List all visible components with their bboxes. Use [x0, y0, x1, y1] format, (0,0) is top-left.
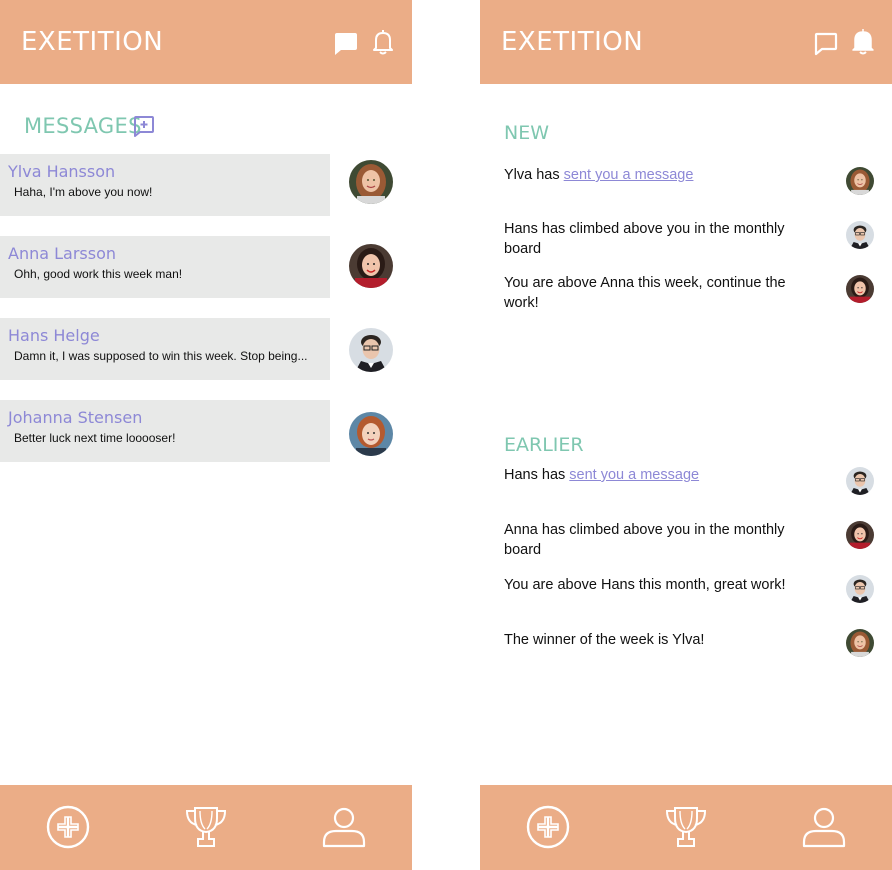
- contact-name: Johanna Stensen: [8, 408, 143, 427]
- message-link[interactable]: sent you a message: [564, 167, 694, 183]
- notification-text: You are above Anna this week, continue t…: [504, 275, 786, 311]
- message-preview: Damn it, I was supposed to win this week…: [14, 349, 308, 363]
- contact-name: Anna Larsson: [8, 244, 117, 263]
- messages-title: MESSAGES: [24, 114, 142, 138]
- message-link[interactable]: sent you a message: [569, 467, 699, 483]
- app-header: EXETITION: [0, 0, 412, 84]
- messages-screen: EXETITION MESSAGES Ylva Hansson Haha, I'…: [0, 0, 412, 870]
- add-circle-icon[interactable]: [45, 804, 91, 850]
- notifications-screen: EXETITION NEW Ylva has sent you a messag…: [480, 0, 892, 870]
- notification-item: Hans has sent you a message: [504, 465, 794, 485]
- notification-text: Anna has climbed above you in the monthl…: [504, 522, 785, 558]
- new-section-title: NEW: [504, 122, 550, 144]
- conversation-item[interactable]: Ylva Hansson Haha, I'm above you now!: [0, 154, 330, 216]
- bell-icon[interactable]: [370, 28, 396, 56]
- notification-text: Hans has climbed above you in the monthl…: [504, 221, 785, 257]
- avatar[interactable]: [846, 221, 874, 249]
- trophy-icon[interactable]: [183, 804, 229, 850]
- avatar[interactable]: [846, 275, 874, 303]
- avatar[interactable]: [846, 467, 874, 495]
- avatar[interactable]: [349, 328, 393, 372]
- notification-item: You are above Anna this week, continue t…: [504, 273, 794, 313]
- chat-bubble-icon[interactable]: [813, 28, 839, 56]
- notification-item: Anna has climbed above you in the monthl…: [504, 520, 794, 560]
- avatar[interactable]: [846, 575, 874, 603]
- app-logo[interactable]: EXETITION: [501, 27, 643, 57]
- contact-name: Hans Helge: [8, 326, 100, 345]
- avatar[interactable]: [846, 629, 874, 657]
- notification-item: The winner of the week is Ylva!: [504, 630, 794, 650]
- avatar[interactable]: [349, 412, 393, 456]
- user-icon[interactable]: [321, 804, 367, 850]
- avatar[interactable]: [349, 244, 393, 288]
- message-preview: Ohh, good work this week man!: [14, 267, 183, 281]
- bell-icon[interactable]: [850, 28, 876, 56]
- user-icon[interactable]: [801, 804, 847, 850]
- notification-text: The winner of the week is Ylva!: [504, 632, 705, 648]
- avatar[interactable]: [846, 167, 874, 195]
- conversation-item[interactable]: Anna Larsson Ohh, good work this week ma…: [0, 236, 330, 298]
- chat-bubble-icon[interactable]: [333, 28, 359, 56]
- add-circle-icon[interactable]: [525, 804, 571, 850]
- app-header: EXETITION: [480, 0, 892, 84]
- notification-item: You are above Hans this month, great wor…: [504, 575, 794, 595]
- notification-item: Ylva has sent you a message: [504, 165, 794, 185]
- notification-text: You are above Hans this month, great wor…: [504, 577, 786, 593]
- trophy-icon[interactable]: [663, 804, 709, 850]
- conversation-item[interactable]: Hans Helge Damn it, I was supposed to wi…: [0, 318, 330, 380]
- notification-text: Hans has: [504, 467, 570, 483]
- message-preview: Better luck next time looooser!: [14, 431, 176, 445]
- app-logo[interactable]: EXETITION: [21, 27, 163, 57]
- message-preview: Haha, I'm above you now!: [14, 185, 153, 199]
- bottom-nav: [0, 785, 412, 870]
- bottom-nav: [480, 785, 892, 870]
- conversation-item[interactable]: Johanna Stensen Better luck next time lo…: [0, 400, 330, 462]
- new-message-icon[interactable]: [132, 114, 156, 138]
- avatar[interactable]: [846, 521, 874, 549]
- avatar[interactable]: [349, 160, 393, 204]
- notification-text: Ylva has: [504, 167, 564, 183]
- contact-name: Ylva Hansson: [8, 162, 116, 181]
- earlier-section-title: EARLIER: [504, 434, 584, 456]
- notification-item: Hans has climbed above you in the monthl…: [504, 219, 794, 259]
